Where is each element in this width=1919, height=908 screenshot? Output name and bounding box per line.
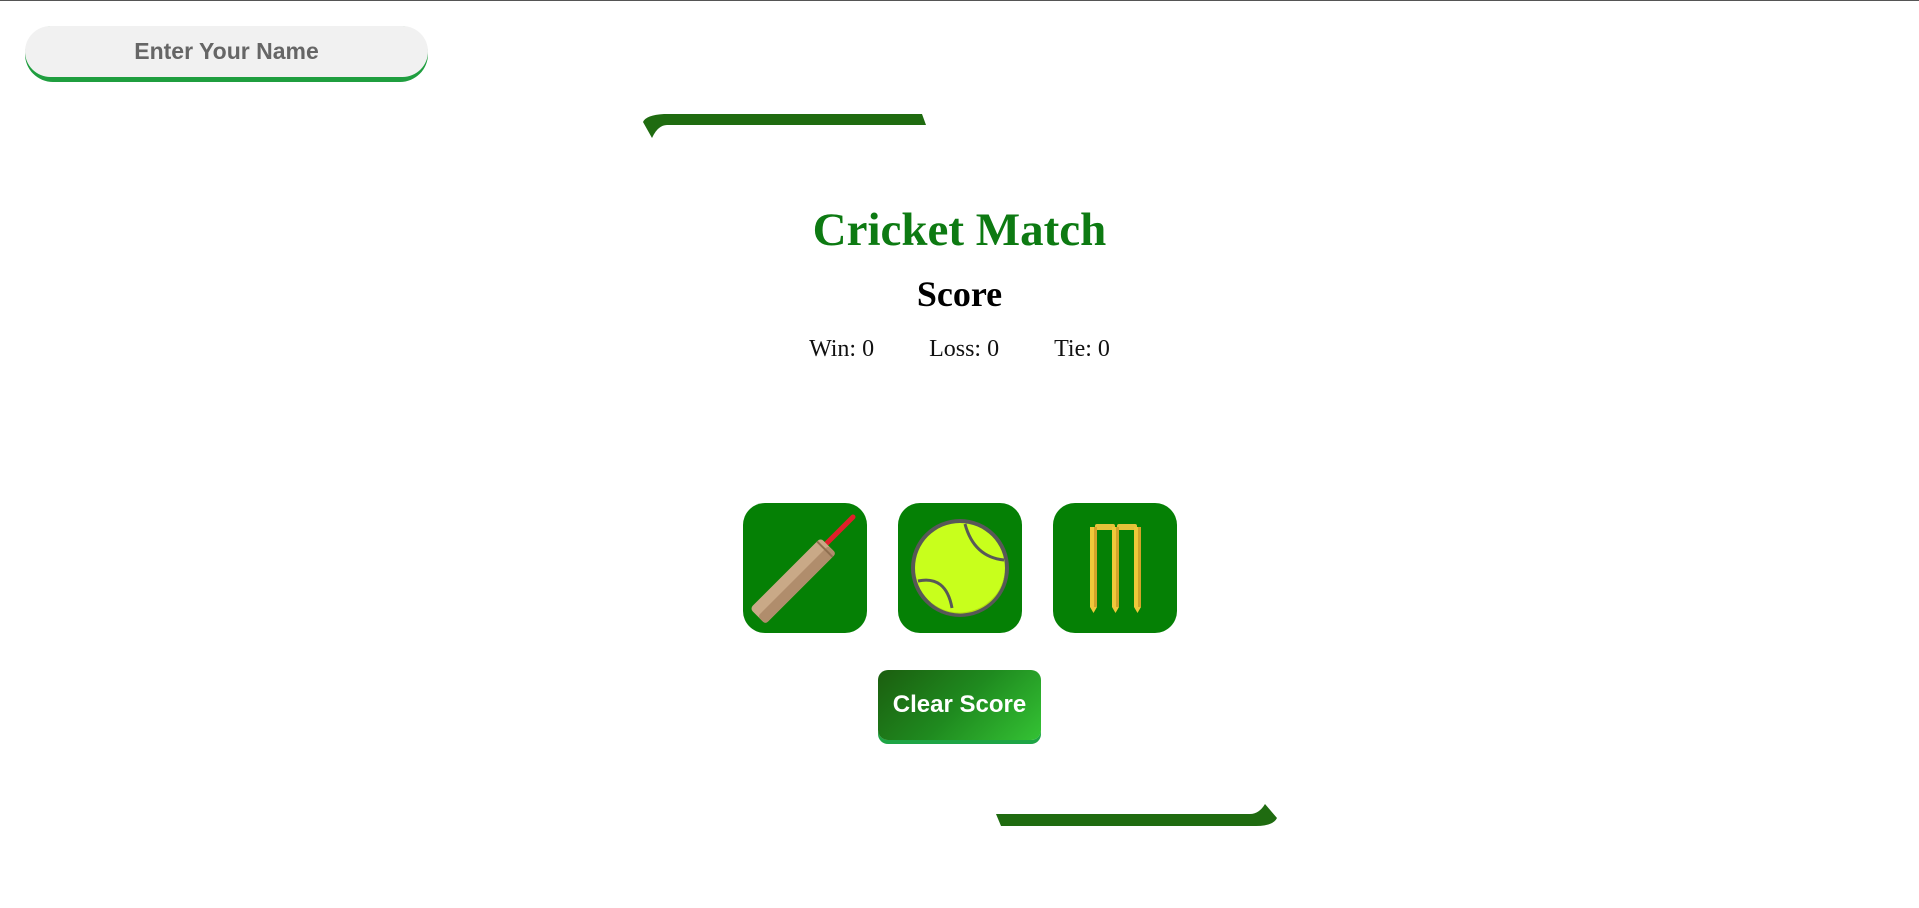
top-border xyxy=(0,0,1919,1)
loss-count: Loss: 0 xyxy=(929,336,1000,362)
score-row: Win: 0 Loss: 0 Tie: 0 xyxy=(0,336,1919,363)
ball-icon xyxy=(911,519,1009,617)
tie-count: Tie: 0 xyxy=(1054,336,1110,362)
name-input[interactable] xyxy=(25,26,428,77)
name-input-wrapper xyxy=(25,26,428,82)
clear-score-button[interactable]: Clear Score xyxy=(878,670,1041,740)
bat-icon xyxy=(751,514,856,623)
page-title: Cricket Match xyxy=(812,204,1107,256)
score-heading: Score xyxy=(916,274,1003,314)
win-count: Win: 0 xyxy=(809,336,875,362)
choice-buttons xyxy=(743,503,1177,633)
bottom-ribbon-decoration xyxy=(996,804,1277,826)
stumps-button[interactable] xyxy=(1053,503,1177,633)
top-ribbon-decoration xyxy=(643,114,926,138)
stumps-icon xyxy=(1090,524,1141,613)
bat-button[interactable] xyxy=(743,503,867,633)
ball-button[interactable] xyxy=(898,503,1022,633)
